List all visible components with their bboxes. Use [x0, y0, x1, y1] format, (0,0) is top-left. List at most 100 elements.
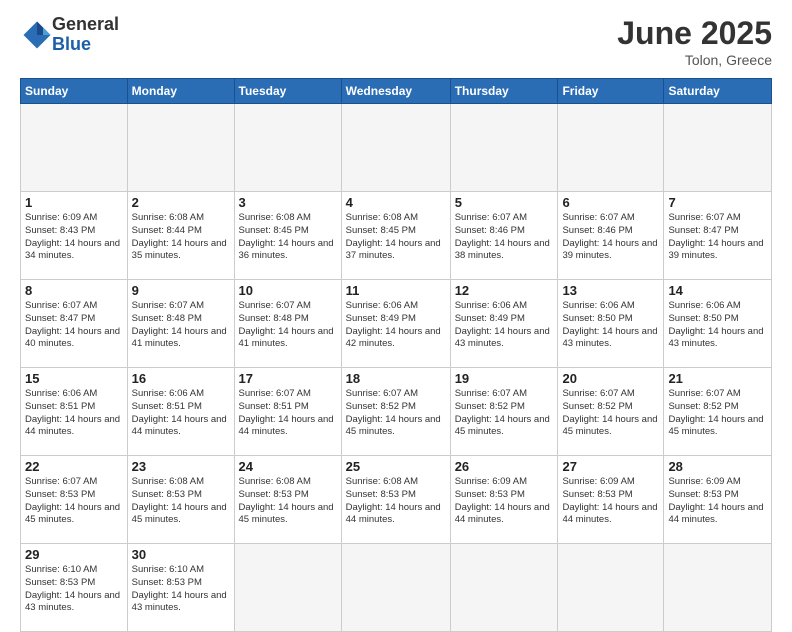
header-row: Sunday Monday Tuesday Wednesday Thursday… — [21, 79, 772, 104]
day-info: Sunrise: 6:07 AM Sunset: 8:52 PM Dayligh… — [346, 388, 446, 439]
table-row — [234, 104, 341, 192]
day-info: Sunrise: 6:07 AM Sunset: 8:47 PM Dayligh… — [25, 300, 123, 351]
col-saturday: Saturday — [664, 79, 772, 104]
day-info: Sunrise: 6:09 AM Sunset: 8:53 PM Dayligh… — [562, 476, 659, 527]
day-info: Sunrise: 6:07 AM Sunset: 8:51 PM Dayligh… — [239, 388, 337, 439]
table-row — [450, 544, 558, 632]
col-monday: Monday — [127, 79, 234, 104]
day-number: 5 — [455, 195, 554, 210]
table-row: 11 Sunrise: 6:06 AM Sunset: 8:49 PM Dayl… — [341, 280, 450, 368]
table-row — [664, 104, 772, 192]
calendar-header: Sunday Monday Tuesday Wednesday Thursday… — [21, 79, 772, 104]
day-info: Sunrise: 6:08 AM Sunset: 8:53 PM Dayligh… — [346, 476, 446, 527]
logo-general-text: General — [52, 15, 119, 35]
table-row: 16 Sunrise: 6:06 AM Sunset: 8:51 PM Dayl… — [127, 368, 234, 456]
day-number: 2 — [132, 195, 230, 210]
month-title: June 2025 — [617, 15, 772, 52]
table-row: 17 Sunrise: 6:07 AM Sunset: 8:51 PM Dayl… — [234, 368, 341, 456]
table-row — [558, 544, 664, 632]
table-row — [127, 104, 234, 192]
table-row: 4 Sunrise: 6:08 AM Sunset: 8:45 PM Dayli… — [341, 192, 450, 280]
table-row: 20 Sunrise: 6:07 AM Sunset: 8:52 PM Dayl… — [558, 368, 664, 456]
table-row: 26 Sunrise: 6:09 AM Sunset: 8:53 PM Dayl… — [450, 456, 558, 544]
table-row: 1 Sunrise: 6:09 AM Sunset: 8:43 PM Dayli… — [21, 192, 128, 280]
day-number: 9 — [132, 283, 230, 298]
day-info: Sunrise: 6:08 AM Sunset: 8:53 PM Dayligh… — [239, 476, 337, 527]
col-tuesday: Tuesday — [234, 79, 341, 104]
logo-text: General Blue — [52, 15, 119, 55]
day-number: 18 — [346, 371, 446, 386]
location: Tolon, Greece — [617, 52, 772, 68]
day-number: 19 — [455, 371, 554, 386]
day-number: 11 — [346, 283, 446, 298]
day-number: 13 — [562, 283, 659, 298]
day-number: 15 — [25, 371, 123, 386]
day-number: 17 — [239, 371, 337, 386]
day-number: 24 — [239, 459, 337, 474]
day-info: Sunrise: 6:09 AM Sunset: 8:53 PM Dayligh… — [668, 476, 767, 527]
table-row: 10 Sunrise: 6:07 AM Sunset: 8:48 PM Dayl… — [234, 280, 341, 368]
day-number: 30 — [132, 547, 230, 562]
table-row: 25 Sunrise: 6:08 AM Sunset: 8:53 PM Dayl… — [341, 456, 450, 544]
day-number: 1 — [25, 195, 123, 210]
day-info: Sunrise: 6:07 AM Sunset: 8:52 PM Dayligh… — [562, 388, 659, 439]
day-number: 16 — [132, 371, 230, 386]
day-info: Sunrise: 6:07 AM Sunset: 8:52 PM Dayligh… — [455, 388, 554, 439]
day-info: Sunrise: 6:08 AM Sunset: 8:45 PM Dayligh… — [346, 212, 446, 263]
day-info: Sunrise: 6:09 AM Sunset: 8:43 PM Dayligh… — [25, 212, 123, 263]
page: General Blue June 2025 Tolon, Greece Sun… — [0, 0, 792, 612]
day-number: 23 — [132, 459, 230, 474]
col-sunday: Sunday — [21, 79, 128, 104]
table-row: 6 Sunrise: 6:07 AM Sunset: 8:46 PM Dayli… — [558, 192, 664, 280]
col-thursday: Thursday — [450, 79, 558, 104]
table-row: 14 Sunrise: 6:06 AM Sunset: 8:50 PM Dayl… — [664, 280, 772, 368]
table-row — [664, 544, 772, 632]
table-row: 18 Sunrise: 6:07 AM Sunset: 8:52 PM Dayl… — [341, 368, 450, 456]
table-row: 23 Sunrise: 6:08 AM Sunset: 8:53 PM Dayl… — [127, 456, 234, 544]
table-row: 19 Sunrise: 6:07 AM Sunset: 8:52 PM Dayl… — [450, 368, 558, 456]
day-info: Sunrise: 6:07 AM Sunset: 8:48 PM Dayligh… — [239, 300, 337, 351]
table-row: 15 Sunrise: 6:06 AM Sunset: 8:51 PM Dayl… — [21, 368, 128, 456]
day-info: Sunrise: 6:06 AM Sunset: 8:49 PM Dayligh… — [455, 300, 554, 351]
table-row — [21, 104, 128, 192]
day-number: 25 — [346, 459, 446, 474]
day-number: 27 — [562, 459, 659, 474]
day-number: 10 — [239, 283, 337, 298]
day-number: 6 — [562, 195, 659, 210]
day-number: 8 — [25, 283, 123, 298]
table-row — [450, 104, 558, 192]
day-info: Sunrise: 6:10 AM Sunset: 8:53 PM Dayligh… — [132, 564, 230, 615]
table-row: 7 Sunrise: 6:07 AM Sunset: 8:47 PM Dayli… — [664, 192, 772, 280]
table-row: 28 Sunrise: 6:09 AM Sunset: 8:53 PM Dayl… — [664, 456, 772, 544]
header: General Blue June 2025 Tolon, Greece — [20, 15, 772, 68]
calendar: Sunday Monday Tuesday Wednesday Thursday… — [20, 78, 772, 632]
col-friday: Friday — [558, 79, 664, 104]
day-number: 14 — [668, 283, 767, 298]
day-number: 7 — [668, 195, 767, 210]
calendar-body: 1 Sunrise: 6:09 AM Sunset: 8:43 PM Dayli… — [21, 104, 772, 632]
table-row: 29 Sunrise: 6:10 AM Sunset: 8:53 PM Dayl… — [21, 544, 128, 632]
table-row: 30 Sunrise: 6:10 AM Sunset: 8:53 PM Dayl… — [127, 544, 234, 632]
day-number: 22 — [25, 459, 123, 474]
day-info: Sunrise: 6:07 AM Sunset: 8:48 PM Dayligh… — [132, 300, 230, 351]
day-info: Sunrise: 6:07 AM Sunset: 8:46 PM Dayligh… — [562, 212, 659, 263]
title-area: June 2025 Tolon, Greece — [617, 15, 772, 68]
day-number: 12 — [455, 283, 554, 298]
day-number: 3 — [239, 195, 337, 210]
day-info: Sunrise: 6:07 AM Sunset: 8:52 PM Dayligh… — [668, 388, 767, 439]
table-row — [558, 104, 664, 192]
day-info: Sunrise: 6:08 AM Sunset: 8:45 PM Dayligh… — [239, 212, 337, 263]
day-number: 26 — [455, 459, 554, 474]
day-info: Sunrise: 6:06 AM Sunset: 8:51 PM Dayligh… — [25, 388, 123, 439]
table-row: 5 Sunrise: 6:07 AM Sunset: 8:46 PM Dayli… — [450, 192, 558, 280]
table-row — [341, 104, 450, 192]
day-info: Sunrise: 6:08 AM Sunset: 8:53 PM Dayligh… — [132, 476, 230, 527]
day-info: Sunrise: 6:06 AM Sunset: 8:50 PM Dayligh… — [668, 300, 767, 351]
logo: General Blue — [20, 15, 119, 55]
table-row: 8 Sunrise: 6:07 AM Sunset: 8:47 PM Dayli… — [21, 280, 128, 368]
day-info: Sunrise: 6:06 AM Sunset: 8:51 PM Dayligh… — [132, 388, 230, 439]
day-number: 4 — [346, 195, 446, 210]
table-row: 24 Sunrise: 6:08 AM Sunset: 8:53 PM Dayl… — [234, 456, 341, 544]
col-wednesday: Wednesday — [341, 79, 450, 104]
day-number: 20 — [562, 371, 659, 386]
